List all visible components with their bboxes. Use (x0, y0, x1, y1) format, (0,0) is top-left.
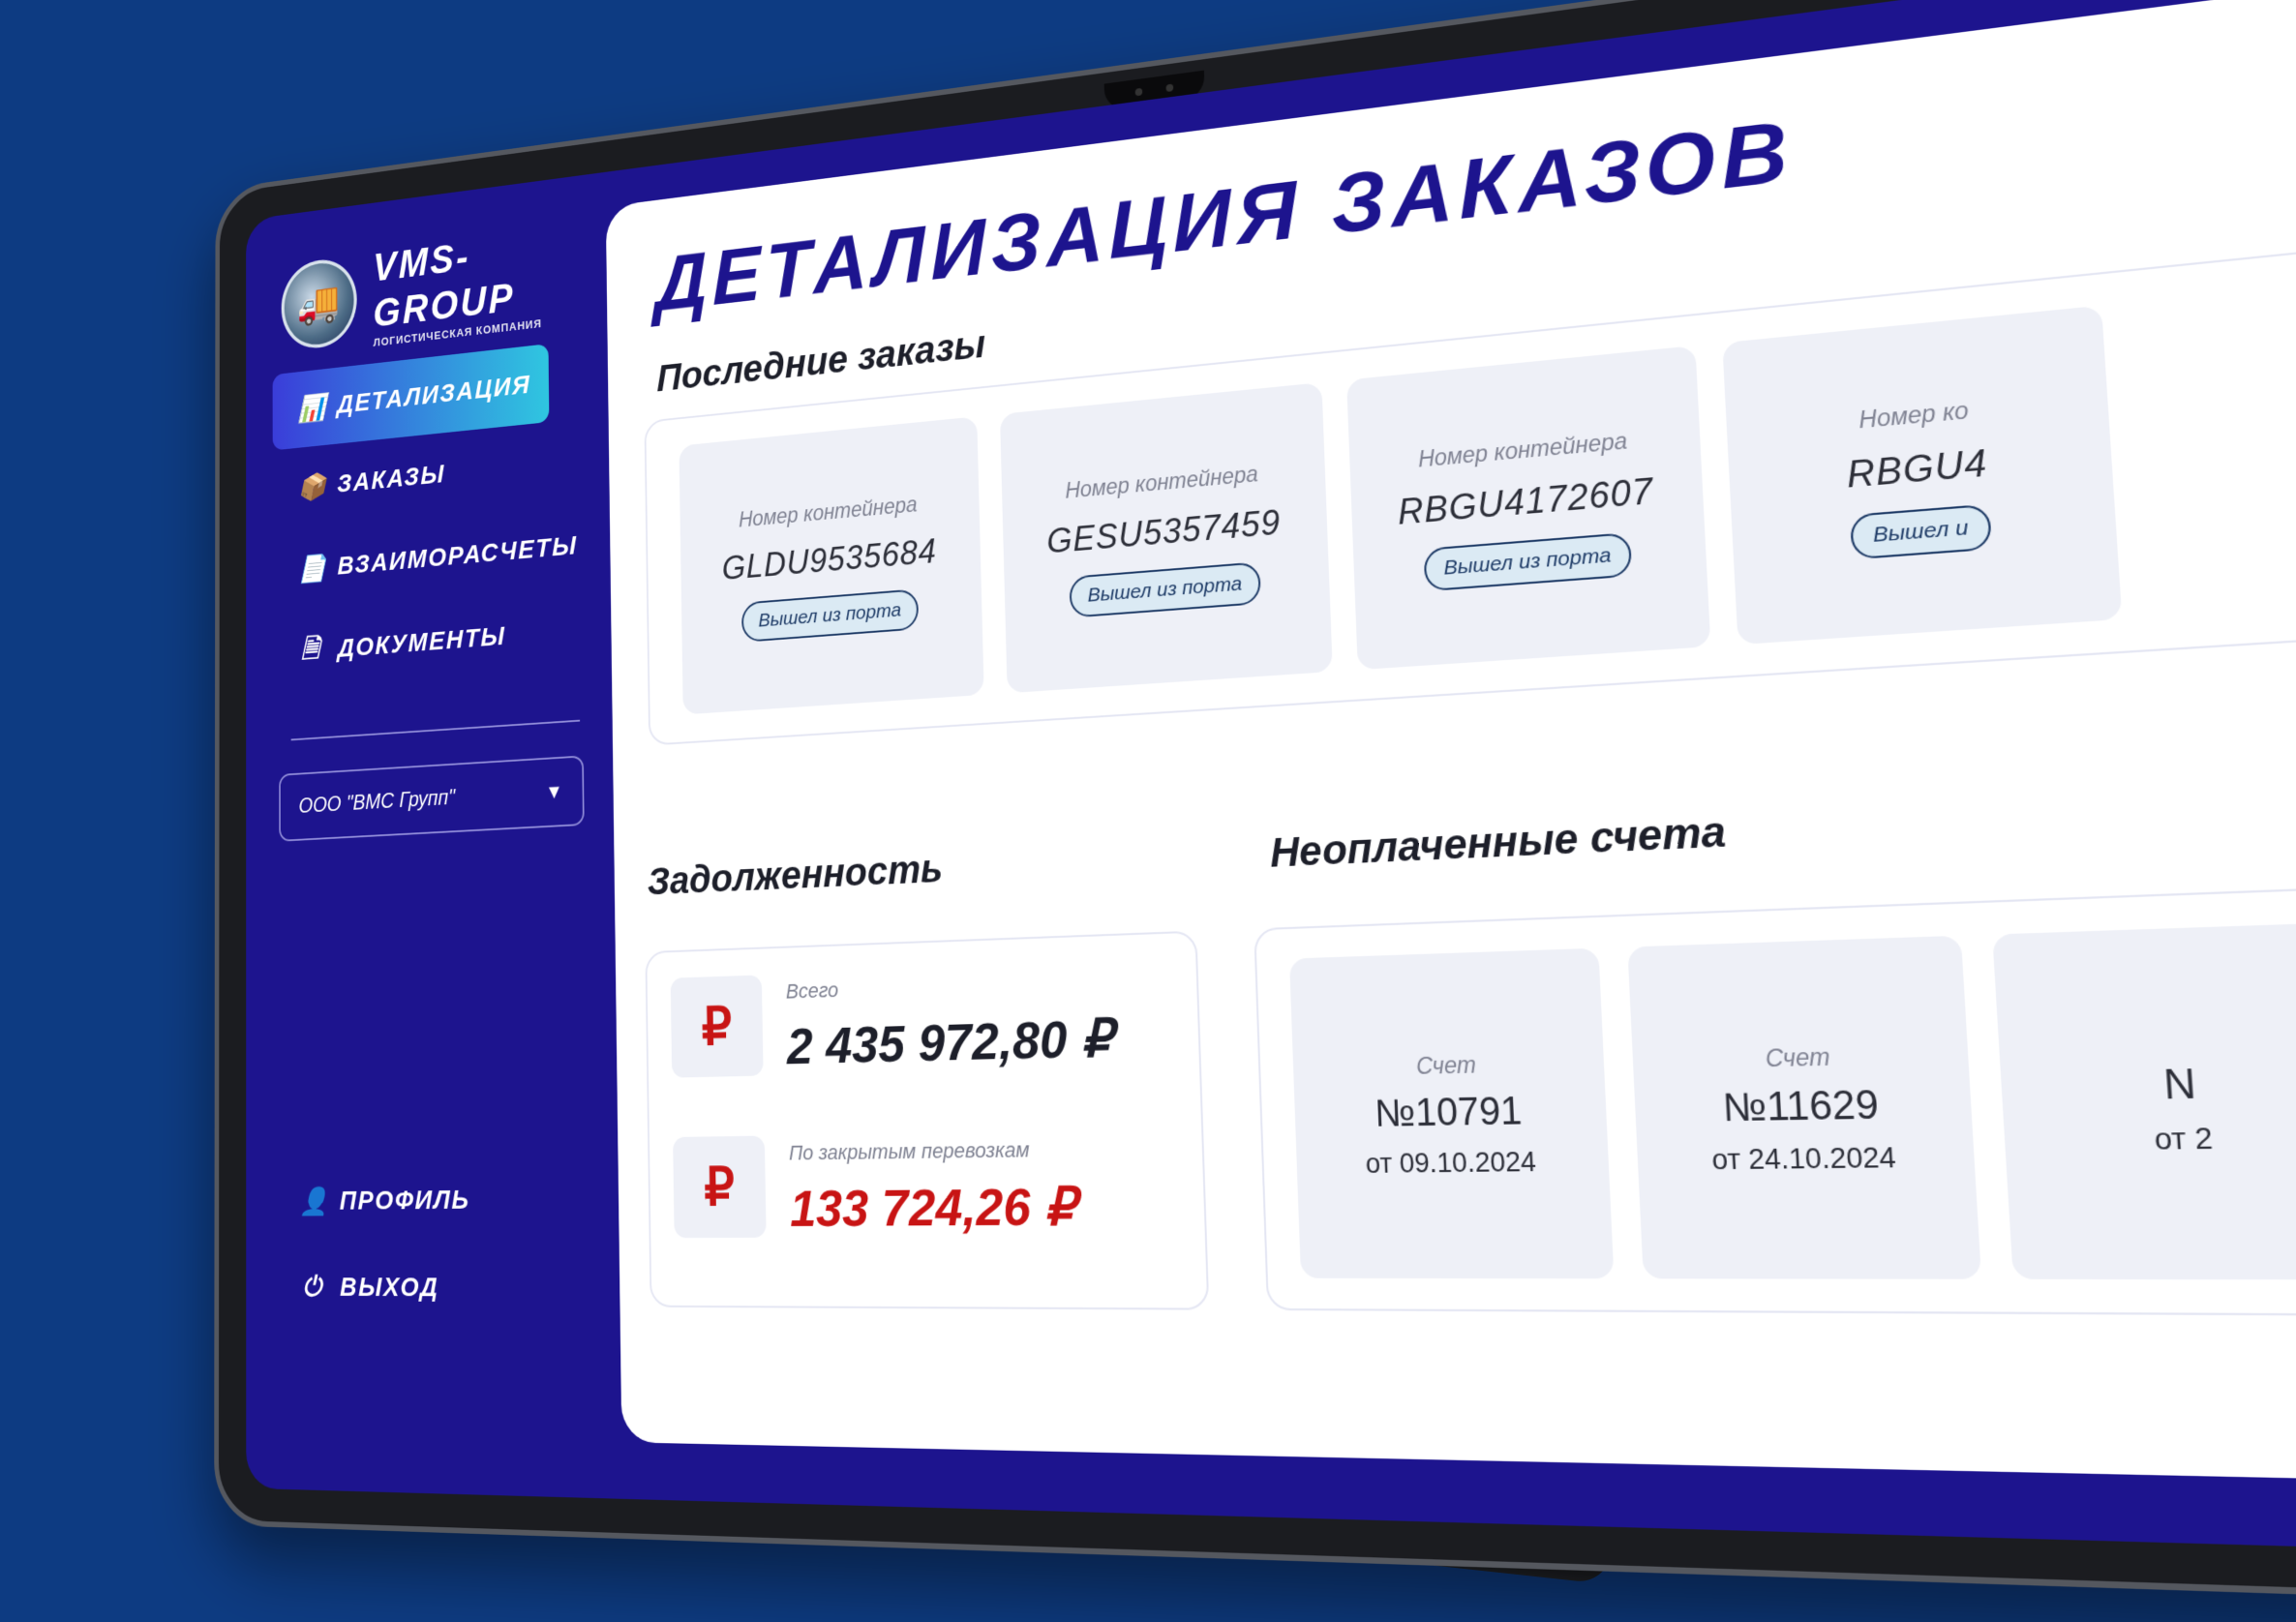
tablet-device: 🚚 VMS-GROUP ЛОГИСТИЧЕСКАЯ КОМПАНИЯ 📊 ДЕТ… (214, 0, 2296, 1600)
app-screen: 🚚 VMS-GROUP ЛОГИСТИЧЕСКАЯ КОМПАНИЯ 📊 ДЕТ… (246, 0, 2296, 1549)
brand-logo[interactable]: 🚚 VMS-GROUP ЛОГИСТИЧЕСКАЯ КОМПАНИЯ (282, 215, 608, 359)
recent-orders-title: Последние заказы (656, 322, 986, 401)
sidebar-item-profile[interactable]: 👤 ПРОФИЛЬ (246, 1155, 619, 1245)
container-number: GLDU9535684 (721, 531, 937, 587)
sidebar-divider (291, 720, 580, 741)
container-number: RBGU4172607 (1397, 469, 1654, 532)
invoice-date: от 24.10.2024 (1711, 1141, 1897, 1176)
company-select-value: ООО "ВМС Групп" (299, 786, 456, 820)
sidebar-item-label: ДОКУМЕНТЫ (338, 621, 506, 664)
debt-closed-label: По закрытым перевозкам (789, 1137, 1074, 1166)
debt-closed-value: 133 724,26 ₽ (790, 1176, 1077, 1239)
bar-chart-icon: 📊 (298, 392, 323, 424)
ruble-icon: ₽ (671, 975, 764, 1077)
debt-total-row: ₽ Всего 2 435 972,80 ₽ (671, 963, 1114, 1079)
container-label: Номер контейнера (1065, 461, 1258, 503)
recent-orders-panel: Номер контейнера GLDU9535684 Вышел из по… (645, 245, 2296, 746)
main-panel: ДЕТАЛИЗАЦИЯ ЗАКАЗОВ Последние заказы Ном… (606, 0, 2296, 1481)
status-badge: Вышел и (1850, 503, 1991, 559)
invoice-card[interactable]: Счет №10791 от 09.10.2024 (1289, 948, 1614, 1279)
sidebar-item-logout[interactable]: ⏻ ВЫХОД (246, 1244, 620, 1334)
invoice-card[interactable]: Счет №11629 от 24.10.2024 (1627, 936, 1981, 1279)
exit-icon: ⏻ (299, 1273, 325, 1304)
status-badge: Вышел из порта (741, 588, 920, 643)
box-icon: 📦 (298, 471, 323, 503)
invoice-card[interactable]: N от 2 (1992, 922, 2296, 1280)
container-label: Номер ко (1858, 397, 1970, 435)
sidebar-nav: 📊 ДЕТАЛИЗАЦИЯ 📦 ЗАКАЗЫ 📄 ВЗАИМОРАСЧЕТЫ 🗎… (246, 337, 612, 697)
debt-closed-row: ₽ По закрытым перевозкам 133 724,26 ₽ (673, 1131, 1076, 1239)
page-title: ДЕТАЛИЗАЦИЯ ЗАКАЗОВ (654, 100, 1797, 330)
debt-total-value: 2 435 972,80 ₽ (786, 1007, 1113, 1076)
truck-logo-icon: 🚚 (282, 255, 357, 352)
sidebar: 🚚 VMS-GROUP ЛОГИСТИЧЕСКАЯ КОМПАНИЯ 📊 ДЕТ… (246, 172, 622, 1499)
invoice-date: от 2 (2154, 1123, 2214, 1157)
container-number: GESU5357459 (1046, 502, 1282, 561)
order-card[interactable]: Номер контейнера RBGU4172607 Вышел из по… (1346, 345, 1710, 670)
container-label: Номер контейнера (1417, 427, 1627, 472)
document-icon: 🗎 (298, 628, 324, 674)
sidebar-item-label: ВЫХОД (340, 1273, 438, 1304)
order-card[interactable]: Номер контейнера GLDU9535684 Вышел из по… (679, 416, 983, 714)
invoice-number: N (2162, 1062, 2197, 1109)
sidebar-item-label: ДЕТАЛИЗАЦИЯ (337, 370, 531, 420)
invoice-number: №10791 (1375, 1090, 1524, 1136)
invoice-label: Счет (1765, 1042, 1830, 1072)
invoice-number: №11629 (1722, 1083, 1880, 1131)
order-card[interactable]: Номер ко RBGU4 Вышел и (1722, 306, 2122, 646)
file-icon: 📄 (298, 553, 324, 585)
invoices-title: Неоплаченные счета (1269, 807, 1727, 877)
sidebar-item-label: ПРОФИЛЬ (340, 1185, 470, 1216)
company-select[interactable]: ООО "ВМС Групп" ▼ (279, 755, 584, 841)
sidebar-bottom-nav: 👤 ПРОФИЛЬ ⏻ ВЫХОД (246, 1155, 620, 1334)
sidebar-item-label: ВЗАИМОРАСЧЕТЫ (338, 530, 578, 581)
debt-title: Задолженность (648, 846, 944, 904)
invoices-list: Счет №10791 от 09.10.2024 Счет №11629 от… (1289, 922, 2296, 1280)
invoice-label: Счет (1415, 1051, 1476, 1080)
invoice-date: от 09.10.2024 (1365, 1146, 1536, 1180)
status-badge: Вышел из порта (1423, 531, 1632, 590)
status-badge: Вышел из порта (1069, 561, 1261, 617)
chevron-down-icon: ▼ (545, 780, 562, 804)
ruble-icon: ₽ (673, 1136, 767, 1239)
sidebar-item-label: ЗАКАЗЫ (337, 460, 445, 499)
invoices-panel: Счет №10791 от 09.10.2024 Счет №11629 от… (1254, 885, 2296, 1317)
order-card[interactable]: Номер контейнера GESU5357459 Вышел из по… (1000, 382, 1333, 693)
debt-total-label: Всего (786, 969, 1112, 1004)
user-icon: 👤 (299, 1186, 325, 1217)
container-number: RBGU4 (1846, 441, 1989, 496)
container-label: Номер контейнера (739, 492, 918, 532)
debt-panel: ₽ Всего 2 435 972,80 ₽ ₽ По закрытым пер… (645, 931, 1209, 1310)
